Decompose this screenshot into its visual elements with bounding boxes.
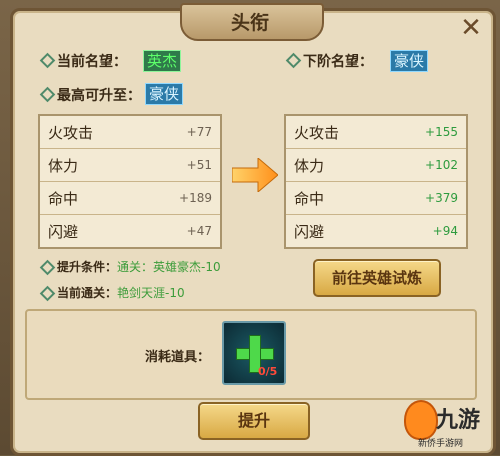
max-reputation-badge: 豪侠 xyxy=(145,83,184,105)
upgrade-condition-value: 通关：英雄豪杰-10 xyxy=(117,260,221,274)
consume-label: 消耗道具： xyxy=(145,350,211,365)
stat-row: 闪避 +47 xyxy=(40,215,220,247)
stat-name: 命中 xyxy=(48,189,79,208)
stat-name: 体力 xyxy=(294,156,325,175)
current-reputation-label: 当前名望： xyxy=(57,54,127,70)
stat-value: +189 xyxy=(179,191,212,205)
stat-name: 体力 xyxy=(48,156,79,175)
stat-value: +47 xyxy=(186,224,212,238)
close-icon[interactable]: ✕ xyxy=(458,15,484,41)
current-clear-value: 艳剑天涯-10 xyxy=(117,286,185,300)
stat-name: 火攻击 xyxy=(294,123,340,142)
stat-value: +77 xyxy=(186,125,212,139)
stat-value: +94 xyxy=(432,224,458,238)
mascot-icon xyxy=(404,400,438,440)
stat-row: 火攻击 +155 xyxy=(286,116,466,149)
stat-name: 命中 xyxy=(294,189,325,208)
current-stats-table: 火攻击 +77 体力 +51 命中 +189 闪避 +47 xyxy=(38,114,222,249)
dialog-title: 头衔 xyxy=(230,12,269,34)
upgrade-condition-label: 提升条件： xyxy=(57,260,118,274)
stat-row: 命中 +379 xyxy=(286,182,466,215)
stat-row: 命中 +189 xyxy=(40,182,220,215)
stat-row: 闪避 +94 xyxy=(286,215,466,247)
go-hero-trial-button[interactable]: 前往英雄试炼 xyxy=(313,259,441,297)
stat-name: 闪避 xyxy=(48,222,79,241)
stat-value: +379 xyxy=(425,191,458,205)
next-reputation-badge: 豪侠 xyxy=(390,50,429,72)
logo-subtext: 新侨手游网 xyxy=(418,439,464,449)
max-reputation-label: 最高可升至： xyxy=(57,88,141,104)
next-reputation-label: 下阶名望： xyxy=(303,54,373,70)
next-stats-table: 火攻击 +155 体力 +102 命中 +379 闪避 +94 xyxy=(284,114,468,249)
current-clear: 当前通关：艳剑天涯-10 xyxy=(57,284,185,301)
stat-row: 体力 +102 xyxy=(286,149,466,182)
item-quantity: 0/5 xyxy=(258,365,278,378)
stat-row: 体力 +51 xyxy=(40,149,220,182)
nineyou-logo: 九游 新侨手游网 xyxy=(404,398,496,450)
stat-value: +102 xyxy=(425,158,458,172)
upgrade-button[interactable]: 提升 xyxy=(198,402,310,440)
current-reputation-badge: 英杰 xyxy=(143,50,182,72)
stat-value: +51 xyxy=(186,158,212,172)
consume-item-slot[interactable]: 0/5 xyxy=(222,321,286,385)
upgrade-condition: 提升条件：通关：英雄豪杰-10 xyxy=(57,258,221,275)
stat-name: 闪避 xyxy=(294,222,325,241)
current-clear-label: 当前通关： xyxy=(57,286,118,300)
stat-value: +155 xyxy=(425,125,458,139)
stat-name: 火攻击 xyxy=(48,123,94,142)
arrow-right-icon xyxy=(232,158,278,192)
logo-text: 九游 xyxy=(436,408,481,433)
stat-row: 火攻击 +77 xyxy=(40,116,220,149)
